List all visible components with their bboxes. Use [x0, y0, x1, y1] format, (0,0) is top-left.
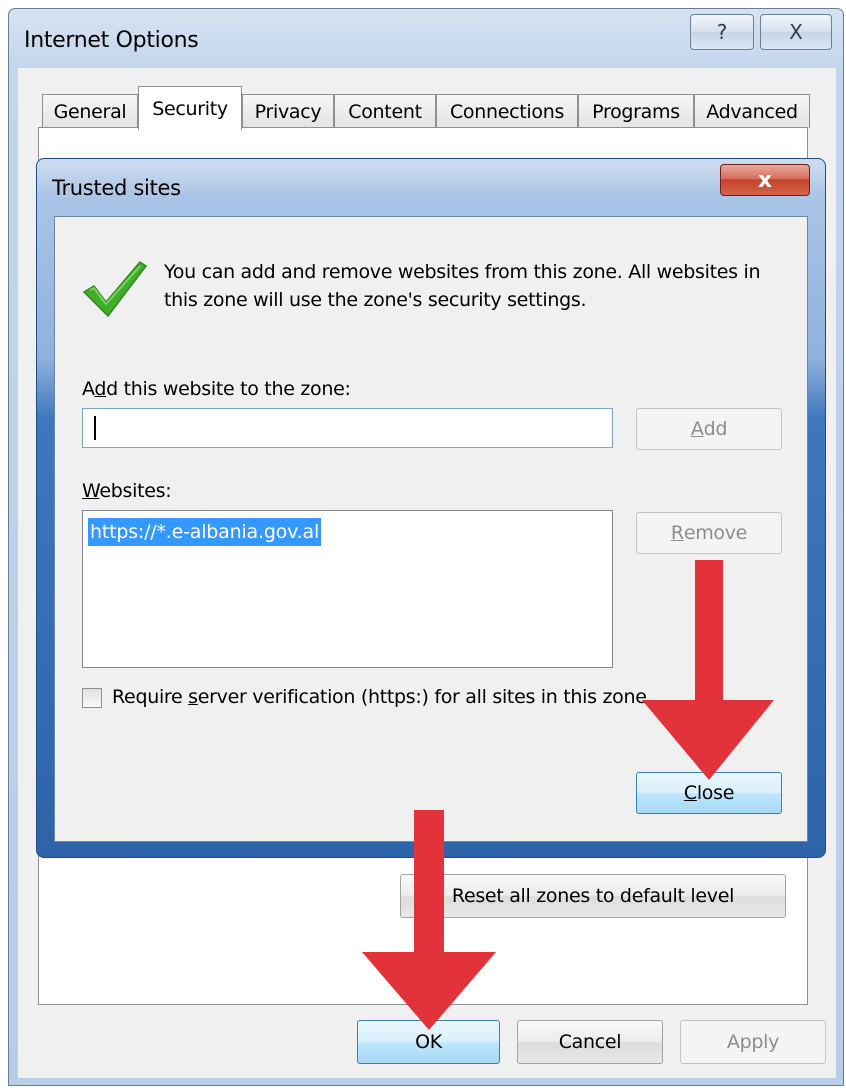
tab-advanced[interactable]: Advanced	[694, 94, 810, 128]
red-down-arrow-icon	[642, 560, 774, 780]
dialog-title: Trusted sites	[52, 176, 181, 200]
apply-button: Apply	[680, 1020, 826, 1064]
tab-general[interactable]: General	[42, 94, 138, 128]
info-text: You can add and remove websites from thi…	[164, 261, 761, 311]
add-button: Add	[636, 408, 782, 450]
tab-security[interactable]: Security	[138, 86, 242, 130]
tab-programs[interactable]: Programs	[578, 94, 694, 128]
close-icon: x	[757, 167, 773, 193]
window-close-button[interactable]: X	[760, 14, 832, 50]
websites-label: Websites:	[82, 480, 172, 502]
window-title: Internet Options	[24, 28, 199, 53]
dialog-close-button[interactable]: x	[720, 164, 810, 196]
text-caret	[94, 416, 96, 440]
tab-content[interactable]: Content	[334, 94, 436, 128]
require-server-verification-checkbox[interactable]	[82, 688, 102, 708]
checkmark-icon	[82, 261, 148, 318]
cancel-button[interactable]: Cancel	[517, 1020, 663, 1064]
list-item[interactable]: https://*.e-albania.gov.al	[88, 518, 322, 546]
red-down-arrow-icon	[362, 810, 496, 1030]
add-website-input[interactable]	[82, 408, 613, 448]
help-icon: ?	[716, 20, 728, 44]
add-website-label: Add this website to the zone:	[82, 378, 351, 400]
tab-connections[interactable]: Connections	[436, 94, 578, 128]
remove-button: Remove	[636, 512, 782, 554]
close-icon: X	[789, 20, 803, 44]
tab-privacy[interactable]: Privacy	[242, 94, 334, 128]
help-button[interactable]: ?	[690, 14, 754, 50]
require-server-verification-label[interactable]: Require server verification (https:) for…	[112, 686, 647, 708]
